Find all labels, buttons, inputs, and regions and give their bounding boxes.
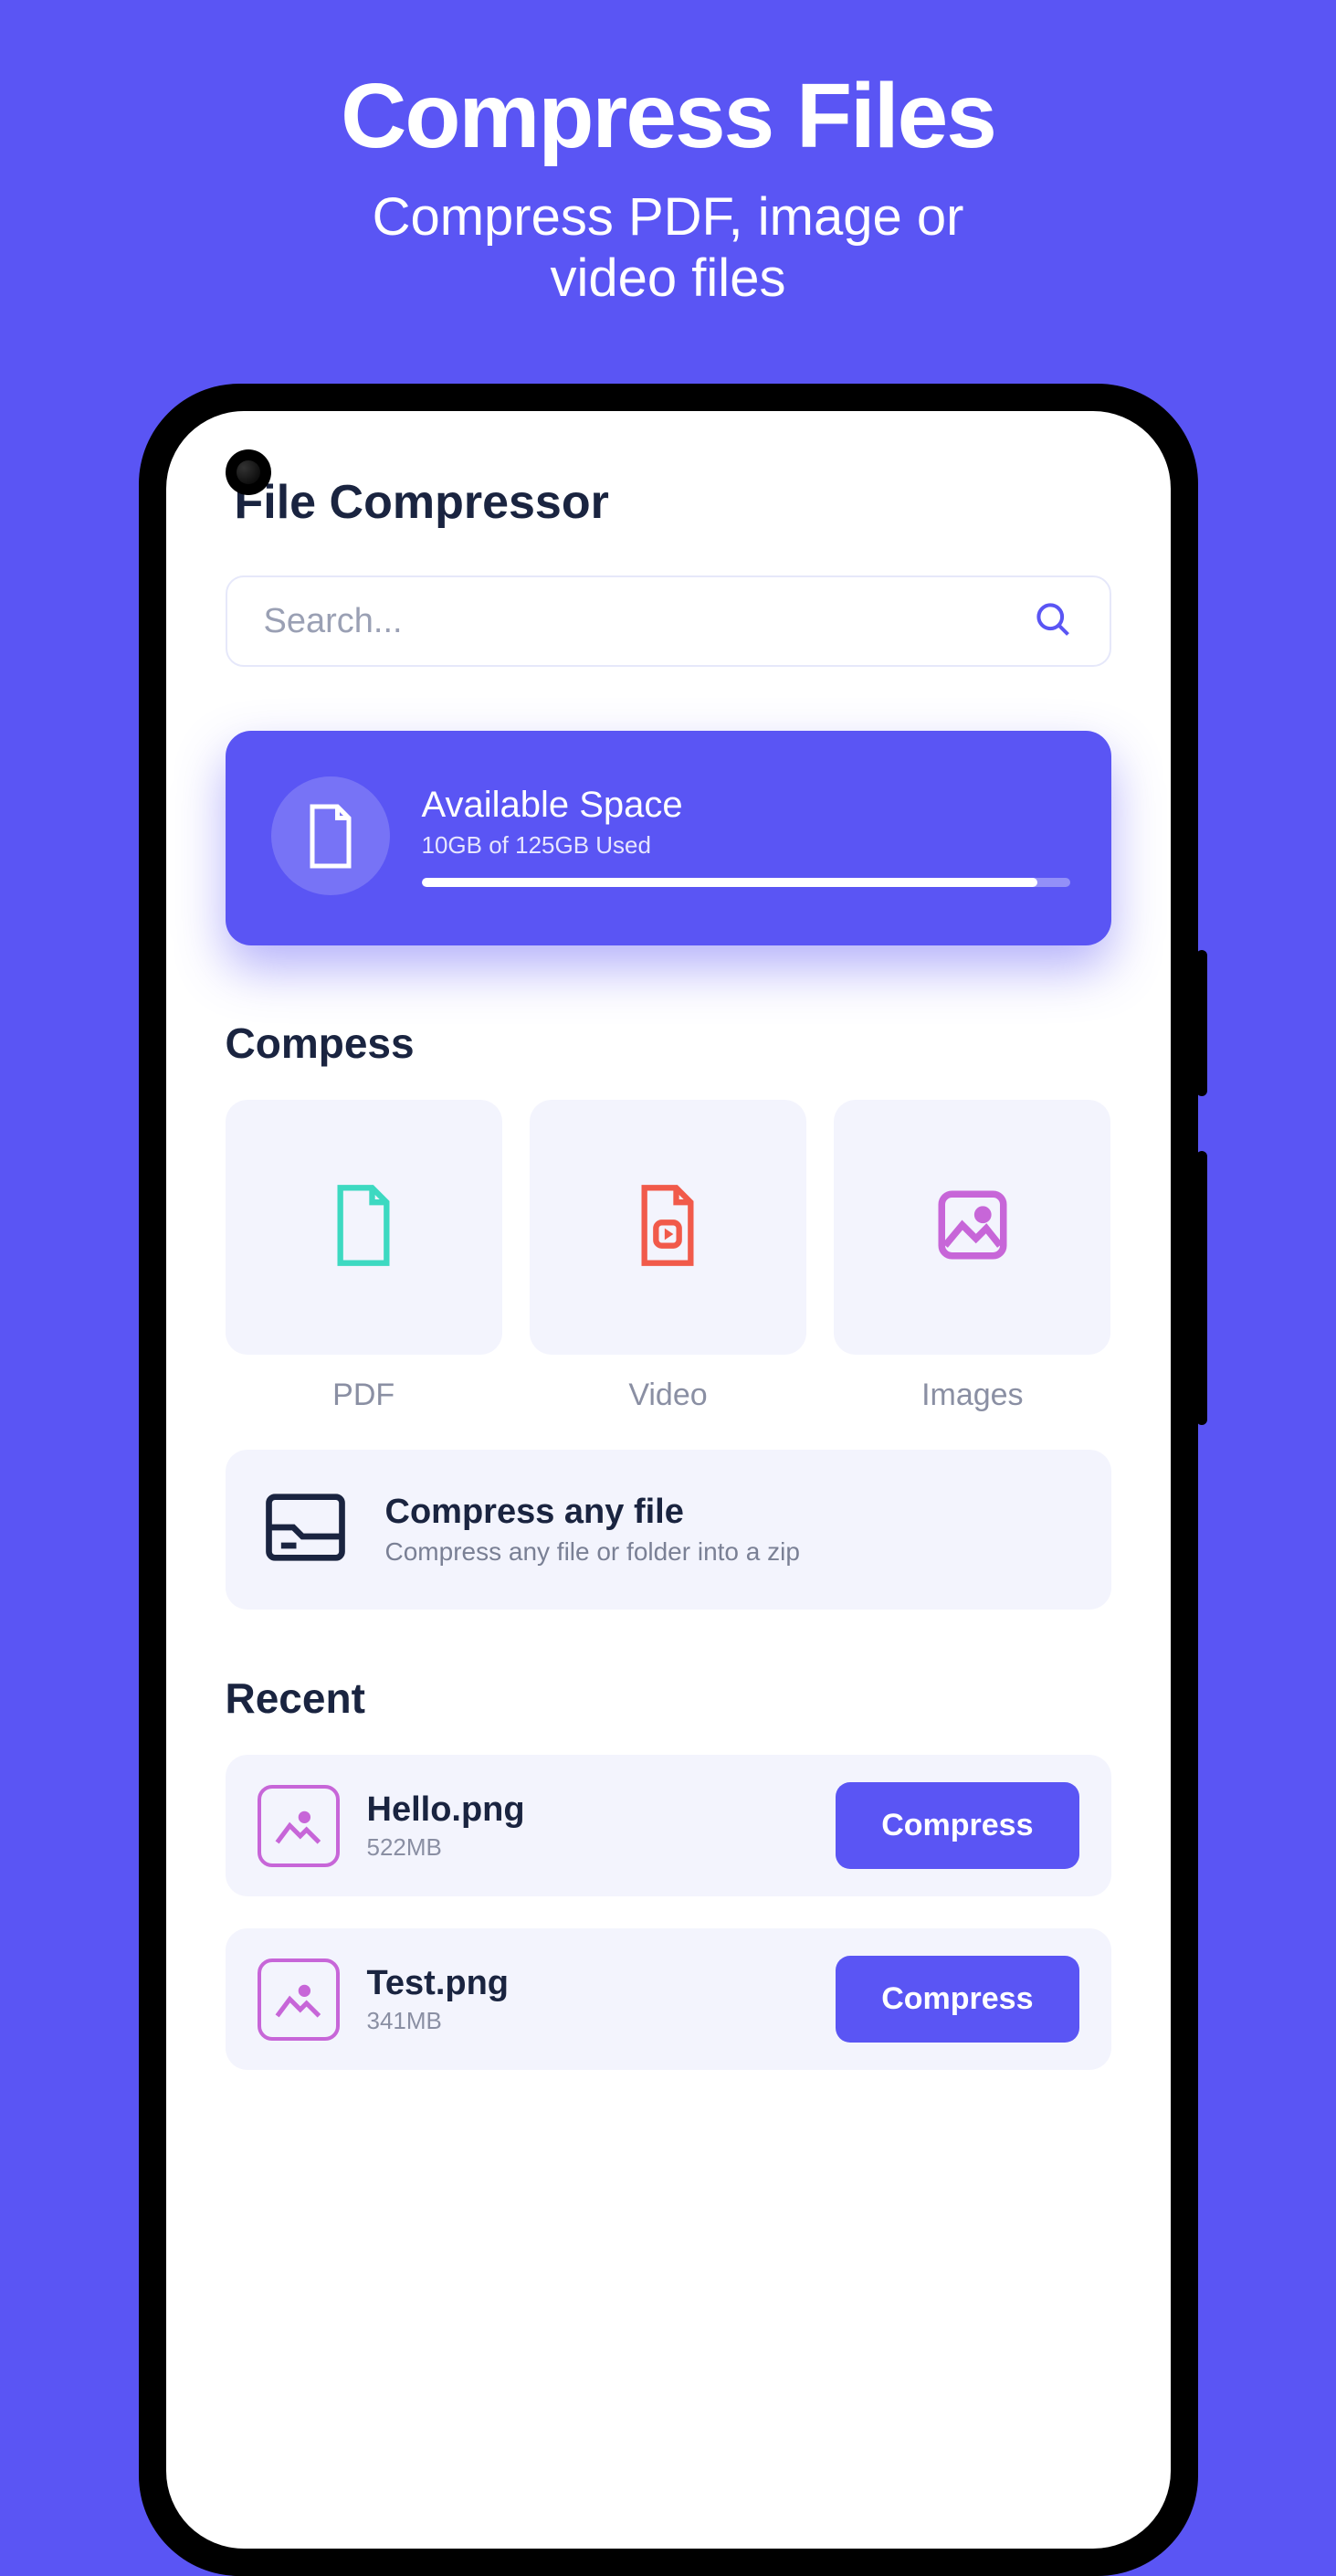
document-icon: [271, 776, 390, 895]
tile-label: PDF: [332, 1378, 394, 1413]
recent-item: Test.png 341MB Compress: [226, 1928, 1111, 2070]
hero-title: Compress Files: [0, 64, 1336, 169]
folder-icon: [262, 1491, 349, 1568]
compress-any-file-title: Compress any file: [385, 1493, 800, 1532]
compress-section-title: Compess: [226, 1019, 1111, 1068]
tile-pdf[interactable]: PDF: [226, 1100, 502, 1413]
camera-hole: [226, 449, 271, 495]
storage-title: Available Space: [422, 785, 1070, 826]
compress-button[interactable]: Compress: [836, 1782, 1078, 1869]
phone-side-button: [1196, 950, 1207, 1096]
app-title: File Compressor: [235, 475, 1111, 530]
image-icon: [258, 1958, 340, 2041]
storage-progress: [422, 878, 1070, 887]
phone-side-button: [1196, 1151, 1207, 1425]
compress-button[interactable]: Compress: [836, 1956, 1078, 2043]
storage-progress-fill: [422, 878, 1038, 887]
recent-file-size: 341MB: [367, 2007, 809, 2035]
search-bar[interactable]: [226, 575, 1111, 667]
compress-any-file-subtitle: Compress any file or folder into a zip: [385, 1537, 800, 1567]
recent-section-title: Recent: [226, 1673, 1111, 1723]
search-icon[interactable]: [1033, 599, 1073, 644]
pdf-file-icon: [328, 1182, 399, 1273]
recent-file-name: Hello.png: [367, 1790, 809, 1830]
recent-file-name: Test.png: [367, 1964, 809, 2003]
compress-any-file-text: Compress any file Compress any file or f…: [385, 1493, 800, 1567]
image-icon: [258, 1785, 340, 1867]
video-file-icon: [632, 1182, 703, 1273]
phone-frame: File Compressor Available Space 10GB of …: [139, 384, 1198, 2576]
tile-label: Video: [628, 1378, 707, 1413]
recent-file-size: 522MB: [367, 1833, 809, 1862]
storage-info: Available Space 10GB of 125GB Used: [422, 785, 1070, 887]
app-screen: File Compressor Available Space 10GB of …: [166, 411, 1171, 2549]
tile-images[interactable]: Images: [834, 1100, 1110, 1413]
image-icon: [931, 1184, 1014, 1271]
compress-any-file-card[interactable]: Compress any file Compress any file or f…: [226, 1450, 1111, 1610]
hero-banner: Compress Files Compress PDF, image or vi…: [0, 0, 1336, 309]
search-input[interactable]: [264, 602, 1033, 641]
storage-card[interactable]: Available Space 10GB of 125GB Used: [226, 731, 1111, 945]
tile-label: Images: [921, 1378, 1024, 1413]
hero-subtitle: Compress PDF, image or video files: [0, 187, 1336, 309]
recent-info: Test.png 341MB: [367, 1964, 809, 2035]
recent-item: Hello.png 522MB Compress: [226, 1755, 1111, 1896]
tile-video[interactable]: Video: [530, 1100, 806, 1413]
storage-subtitle: 10GB of 125GB Used: [422, 831, 1070, 860]
recent-info: Hello.png 522MB: [367, 1790, 809, 1862]
compress-tiles: PDF Video: [226, 1100, 1111, 1413]
